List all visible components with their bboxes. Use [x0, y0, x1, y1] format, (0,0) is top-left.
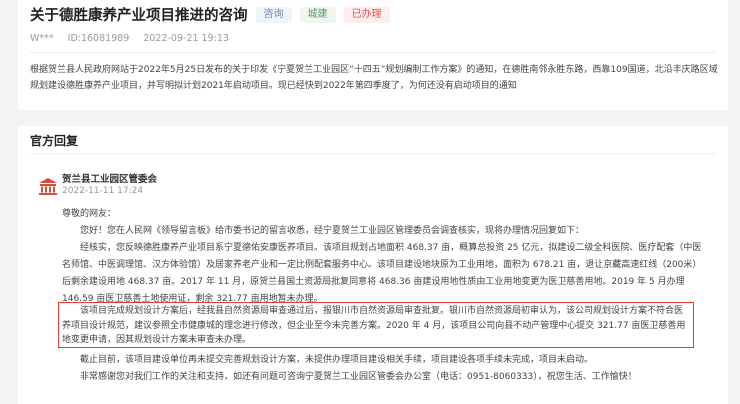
question-id: ID:16081989: [67, 33, 130, 44]
reply-org-name: 贺兰县工业园区管委会: [62, 174, 158, 185]
author-name: W***: [30, 33, 54, 44]
question-content: 根据贺兰县人民政府网站于2022年5月25日发布的关于印发《宁夏贺兰工业园区“十…: [30, 65, 718, 91]
question-card: 关于德胜康养产业项目推进的咨询 咨询 城建 已办理 W*** ID:160819…: [18, 0, 728, 110]
reply-body-end: 截止目前，该项目建设单位再未提交完善规划设计方案，未提供办理项目建设相关手续，项…: [62, 352, 702, 386]
reply-date: 2022-11-11 17:24: [62, 186, 144, 196]
divider: [30, 52, 716, 53]
divider: [30, 153, 716, 154]
reply-greeting: 尊敬的网友：: [62, 209, 117, 219]
tag-category[interactable]: 城建: [299, 6, 336, 23]
question-meta: W*** ID:16081989 2022-09-21 19:13: [30, 33, 229, 44]
tag-type[interactable]: 咨询: [255, 6, 292, 23]
status-badge: 已办理: [343, 6, 390, 23]
page: 关于德胜康养产业项目推进的咨询 咨询 城建 已办理 W*** ID:160819…: [0, 0, 740, 404]
page-title: 关于德胜康养产业项目推进的咨询: [30, 8, 248, 24]
question-header: 关于德胜康养产业项目推进的咨询 咨询 城建 已办理: [30, 4, 390, 25]
government-building-icon: [39, 178, 57, 195]
reply-paragraph: 您好！您在人民网《领导留言板》给市委书记的留言收悉，经宁夏贺兰工业园区管理委员会…: [80, 226, 585, 236]
reply-section-title: 官方回复: [30, 134, 79, 148]
reply-card: 官方回复 贺兰县工业园区管委会 2022-11-11 17:24 尊敬的网友： …: [18, 126, 728, 404]
reply-paragraph-highlighted: 该项目完成规划设计方案后，经我县自然资源局审查通过后，报银川市自然资源局审查批复…: [62, 306, 686, 345]
reply-body: 尊敬的网友： 您好！您在人民网《领导留言板》给市委书记的留言收悉，经宁夏贺兰工业…: [62, 206, 702, 308]
reply-paragraph: 截止目前，该项目建设单位再未提交完善规划设计方案，未提供办理项目建设相关手续，项…: [80, 355, 594, 365]
question-datetime: 2022-09-21 19:13: [143, 33, 229, 44]
reply-paragraph: 经核实，您反映德胜康养产业项目系宁夏德佑安康医养项目。该项目规划占地面积 468…: [62, 243, 702, 304]
reply-paragraph: 非常感谢您对我们工作的关注和支持，如还有问题可咨询宁夏贺兰工业园区管委会办公室（…: [80, 372, 637, 382]
